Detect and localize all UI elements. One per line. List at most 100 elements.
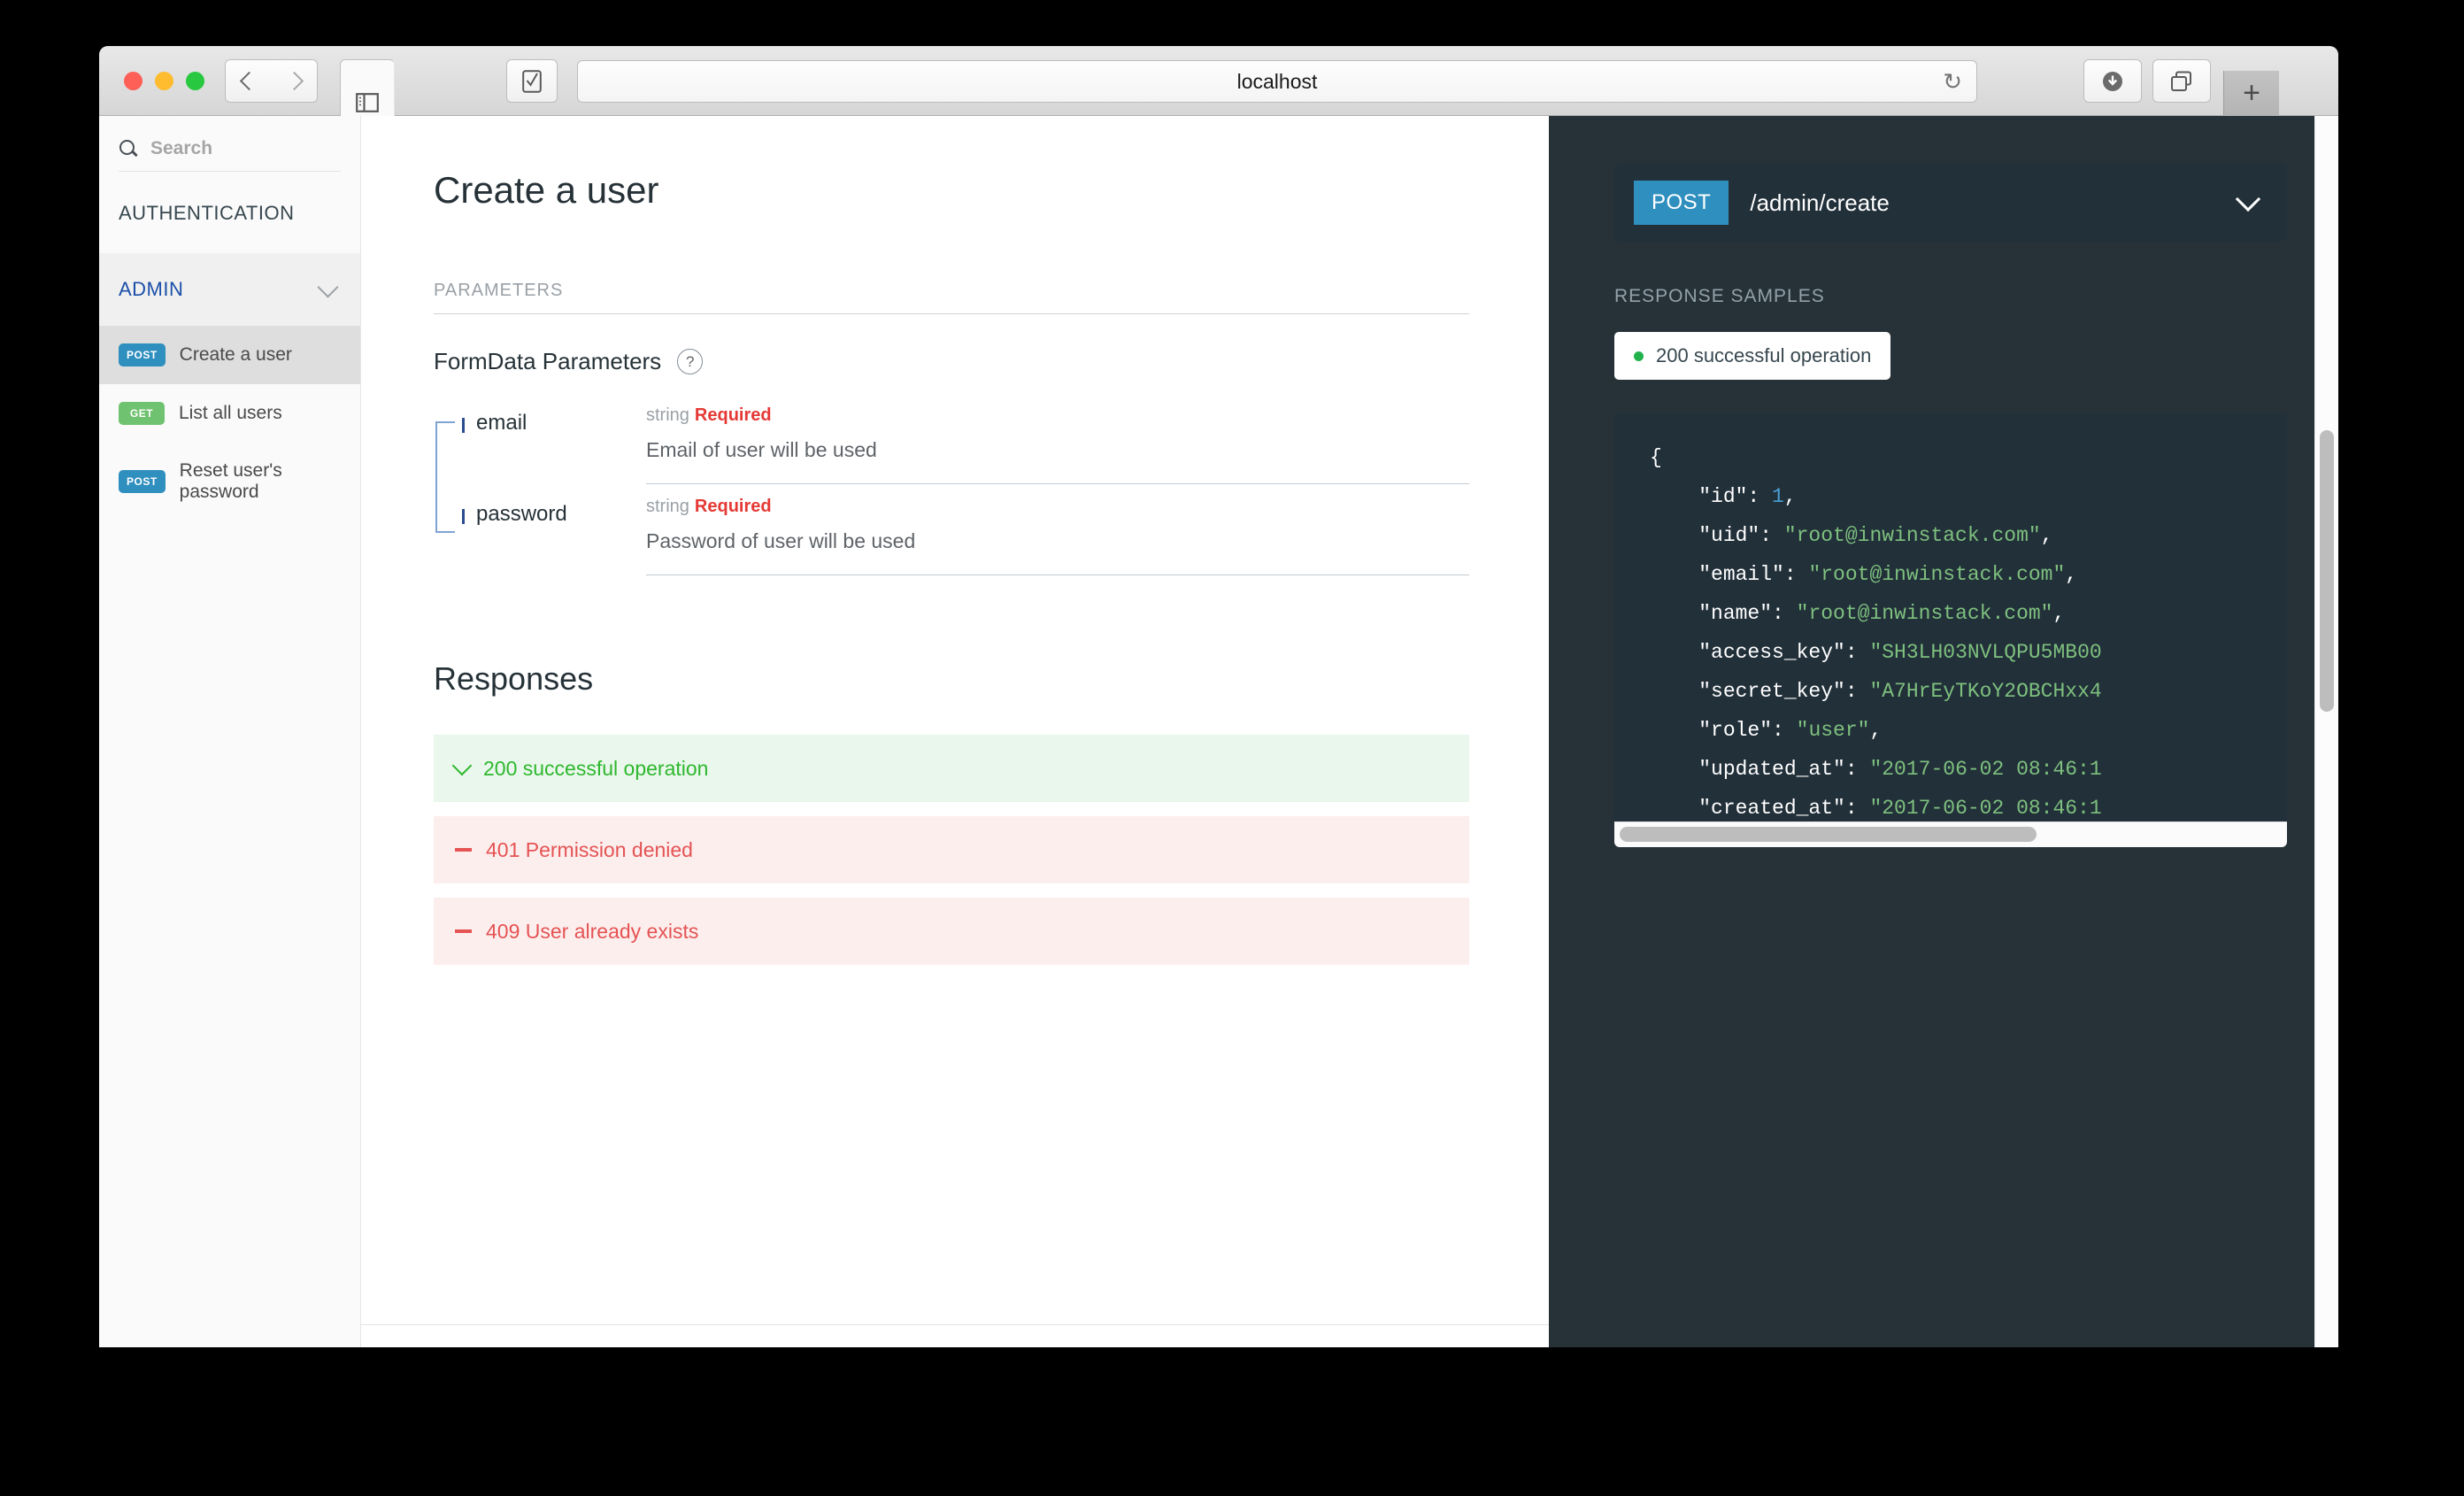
tree-tick-icon <box>462 418 465 433</box>
search-icon <box>119 139 138 158</box>
new-tab-button[interactable]: + <box>2223 71 2279 115</box>
parameter-type-label: string <box>646 405 689 425</box>
forward-button[interactable] <box>271 59 318 103</box>
download-icon <box>2103 71 2122 91</box>
url-text: localhost <box>1236 69 1318 93</box>
parameter-name: email <box>476 411 527 435</box>
chevron-down-icon <box>451 755 473 775</box>
sidebar-item-label: List all users <box>179 403 282 423</box>
code-line: "updated_at": "2017-06-02 08:46:1 <box>1650 758 2102 781</box>
chevron-down-icon <box>317 275 339 298</box>
back-button[interactable] <box>225 59 273 103</box>
dash-icon <box>455 929 472 933</box>
dash-icon <box>455 848 472 852</box>
sidebar-group-admin-label: ADMIN <box>119 278 184 300</box>
parameter-description: Password of user will be used <box>646 529 916 552</box>
window-traffic-lights <box>124 72 204 90</box>
sidebar-toggle-button[interactable] <box>340 59 395 124</box>
parameters-section-label: PARAMETERS <box>434 281 1469 314</box>
code-line: "name": "root@inwinstack.com", <box>1650 602 2066 625</box>
response-row-401[interactable]: 401 Permission denied <box>434 816 1469 883</box>
parameter-type: string Required <box>646 497 1469 517</box>
minimize-window-button[interactable] <box>155 72 173 90</box>
chevron-right-icon <box>284 71 304 91</box>
sidebar-item-list-all-users[interactable]: GET List all users <box>99 384 360 443</box>
parameter-required-label: Required <box>694 497 772 516</box>
code-line: "secret_key": "A7HrEyTKoY2OBCHxx4 <box>1650 680 2102 703</box>
page-body: AUTHENTICATION ADMIN POST Create a user … <box>99 116 2338 1347</box>
chevron-left-icon <box>239 71 258 91</box>
status-dot-icon <box>1634 351 1644 361</box>
parameter-required-label: Required <box>694 405 772 425</box>
code-horizontal-scrollbar[interactable] <box>1614 821 2287 847</box>
parameter-row-email: email string Required Email of user will … <box>443 405 1469 484</box>
responses-title: Responses <box>434 660 594 697</box>
browser-window: localhost ↻ + AUT <box>99 46 2338 1347</box>
search-row[interactable] <box>119 137 341 172</box>
formdata-parameters-label: FormData Parameters <box>434 348 662 374</box>
response-code-block: { "id": 1, "uid": "root@inwinstack.com",… <box>1614 413 2287 847</box>
code-line: "uid": "root@inwinstack.com", <box>1650 524 2053 547</box>
response-sample-tab-200[interactable]: 200 successful operation <box>1614 332 1891 380</box>
parameter-row-password: password string Required Password of user… <box>443 497 1469 575</box>
scrollbar-thumb[interactable] <box>2320 430 2334 712</box>
code-line: "access_key": "SH3LH03NVLQPU5MB00 <box>1650 641 2102 664</box>
response-json: { "id": 1, "uid": "root@inwinstack.com",… <box>1650 438 2287 847</box>
code-line: { <box>1650 446 1662 469</box>
sidebar-item-label: Reset user's password <box>179 460 282 502</box>
response-sample-tab-label: 200 successful operation <box>1656 344 1872 366</box>
response-row-409[interactable]: 409 User already exists <box>434 898 1469 965</box>
chevron-down-icon[interactable] <box>2235 186 2261 212</box>
close-window-button[interactable] <box>124 72 142 90</box>
parameters-list: email string Required Email of user will … <box>434 405 1469 575</box>
reload-icon[interactable]: ↻ <box>1943 70 1962 93</box>
endpoint-selector[interactable]: POST /admin/create <box>1614 164 2287 242</box>
response-label: 401 Permission denied <box>486 837 693 861</box>
address-bar[interactable]: localhost ↻ <box>577 60 1977 103</box>
method-badge-post: POST <box>1634 181 1729 225</box>
sidebar-item-reset-users-password[interactable]: POST Reset user's password <box>99 443 360 521</box>
response-row-200[interactable]: 200 successful operation <box>434 735 1469 802</box>
formdata-parameters-heading: FormData Parameters ? <box>434 348 1469 375</box>
method-badge-get: GET <box>119 402 165 425</box>
parameter-description: Email of user will be used <box>646 438 877 461</box>
search-input[interactable] <box>149 137 341 160</box>
scrollbar-thumb[interactable] <box>1620 827 2037 842</box>
method-badge-post: POST <box>119 470 166 493</box>
maximize-window-button[interactable] <box>186 72 204 90</box>
parameter-body: string Required Password of user will be … <box>646 497 1469 575</box>
parameter-type: string Required <box>646 405 1469 426</box>
sidebar: AUTHENTICATION ADMIN POST Create a user … <box>99 116 361 1347</box>
code-line: "role": "user", <box>1650 719 1883 742</box>
page-title: Create a user <box>434 169 659 211</box>
sidebar-item-label: Create a user <box>179 344 292 365</box>
main-content: Create a user PARAMETERS FormData Parame… <box>361 116 1549 1347</box>
endpoint-path: /admin/create <box>1750 189 1890 216</box>
reader-view-button[interactable] <box>506 59 558 103</box>
content-divider <box>361 1324 1549 1325</box>
tab-overview-icon <box>2171 71 2191 91</box>
tree-tick-icon <box>462 509 465 524</box>
method-badge-post: POST <box>119 343 166 366</box>
page-vertical-scrollbar[interactable] <box>2314 116 2338 1347</box>
parameter-body: string Required Email of user will be use… <box>646 405 1469 484</box>
parameter-name: password <box>476 502 567 526</box>
downloads-button[interactable] <box>2083 59 2142 103</box>
response-panel: POST /admin/create RESPONSE SAMPLES 200 … <box>1549 116 2338 1347</box>
response-label: 200 successful operation <box>483 756 709 780</box>
help-icon[interactable]: ? <box>677 349 704 374</box>
response-label: 409 User already exists <box>486 919 699 943</box>
response-samples-label: RESPONSE SAMPLES <box>1614 286 1825 306</box>
code-line: "email": "root@inwinstack.com", <box>1650 563 2078 586</box>
parameter-type-label: string <box>646 497 689 516</box>
browser-toolbar: localhost ↻ + <box>99 46 2338 124</box>
sidebar-group-authentication-label: AUTHENTICATION <box>119 202 295 224</box>
new-tab-label: + <box>2243 76 2260 110</box>
sidebar-group-admin[interactable]: ADMIN <box>99 253 360 326</box>
sidebar-group-authentication[interactable]: AUTHENTICATION <box>99 172 360 253</box>
reader-view-icon <box>522 69 542 93</box>
sidebar-toggle-icon <box>356 92 379 112</box>
tab-overview-button[interactable] <box>2152 59 2211 103</box>
sidebar-item-create-a-user[interactable]: POST Create a user <box>99 326 360 384</box>
code-line: "id": 1, <box>1650 485 1797 508</box>
